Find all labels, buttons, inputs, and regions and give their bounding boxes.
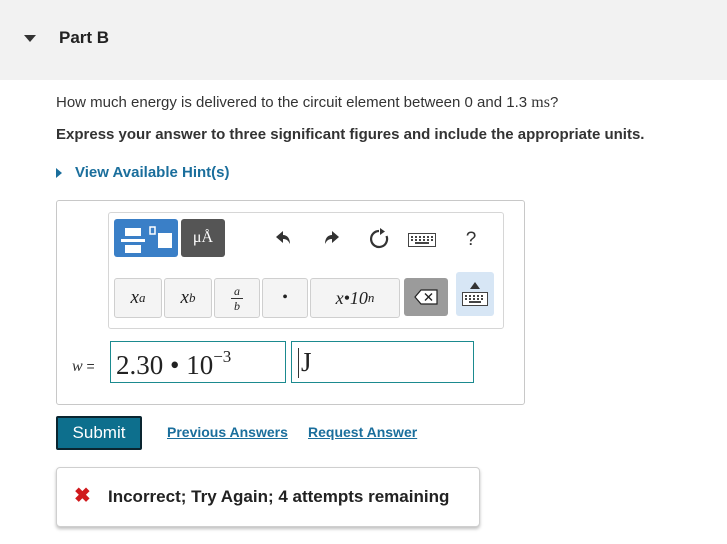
- incorrect-icon: ✖: [74, 485, 91, 507]
- undo-icon: [276, 231, 290, 244]
- superscript-exp: a: [138, 290, 146, 305]
- units-value: J: [301, 347, 312, 377]
- caret-up-icon: [470, 282, 480, 289]
- units-input[interactable]: J: [291, 341, 474, 383]
- undo-button[interactable]: [270, 226, 296, 250]
- templates-icon: [121, 226, 172, 253]
- reset-icon: [370, 228, 389, 249]
- subscript-base: x: [180, 287, 189, 308]
- value-mantissa: 2.30: [116, 350, 164, 380]
- help-button[interactable]: ?: [461, 228, 481, 252]
- answer-label: w =: [72, 358, 95, 376]
- value-times: •: [170, 350, 180, 380]
- sci-notation-exp: n: [367, 290, 375, 305]
- keyboard-shortcuts-button[interactable]: [407, 232, 437, 248]
- fraction-button[interactable]: a b: [214, 278, 260, 318]
- answer-instruction: Express your answer to three significant…: [56, 126, 645, 143]
- keyboard-icon: [462, 292, 488, 306]
- submit-button[interactable]: Submit: [56, 416, 142, 450]
- sci-notation-base: x•10: [335, 287, 368, 308]
- view-hints-link[interactable]: View Available Hint(s): [56, 164, 230, 181]
- units-button-label: μÅ: [192, 229, 214, 246]
- help-label: ?: [465, 229, 477, 250]
- backspace-icon: [414, 289, 438, 305]
- question-text-before: How much energy is delivered to the circ…: [56, 94, 532, 111]
- redo-button[interactable]: [319, 226, 345, 250]
- question-unit: ms: [531, 94, 550, 111]
- value-input[interactable]: 2.30 • 10−3: [110, 341, 286, 383]
- keyboard-icon: [408, 233, 436, 247]
- templates-button[interactable]: [114, 219, 178, 257]
- virtual-keyboard-button[interactable]: [456, 272, 494, 316]
- answer-equals: =: [82, 358, 95, 374]
- dot-label: •: [282, 289, 288, 306]
- value-exponent: −3: [213, 347, 232, 366]
- delete-button[interactable]: [404, 278, 448, 316]
- fraction-denominator: b: [234, 298, 240, 313]
- feedback-message: Incorrect; Try Again; 4 attempts remaini…: [108, 487, 450, 506]
- value-base: 10: [186, 350, 214, 380]
- subscript-button[interactable]: xb: [164, 278, 212, 318]
- dot-button[interactable]: •: [262, 278, 308, 318]
- hint-label: View Available Hint(s): [75, 164, 230, 181]
- answer-variable: w: [72, 358, 83, 375]
- units-button[interactable]: μÅ: [181, 219, 225, 257]
- question-text-after: ?: [549, 94, 559, 111]
- request-answer-link[interactable]: Request Answer: [308, 424, 417, 440]
- previous-answers-link[interactable]: Previous Answers: [167, 424, 288, 440]
- redo-icon: [325, 231, 339, 244]
- question-text: How much energy is delivered to the circ…: [56, 94, 558, 112]
- reset-button[interactable]: [366, 226, 392, 252]
- superscript-button[interactable]: xa: [114, 278, 162, 318]
- scientific-notation-button[interactable]: x•10 n: [310, 278, 400, 318]
- superscript-base: x: [130, 287, 139, 308]
- hint-caret-icon: [56, 167, 62, 178]
- subscript-sub: b: [188, 290, 196, 305]
- collapse-caret-icon[interactable]: [24, 35, 36, 42]
- part-title: Part B: [59, 28, 110, 47]
- fraction-numerator: a: [234, 283, 240, 298]
